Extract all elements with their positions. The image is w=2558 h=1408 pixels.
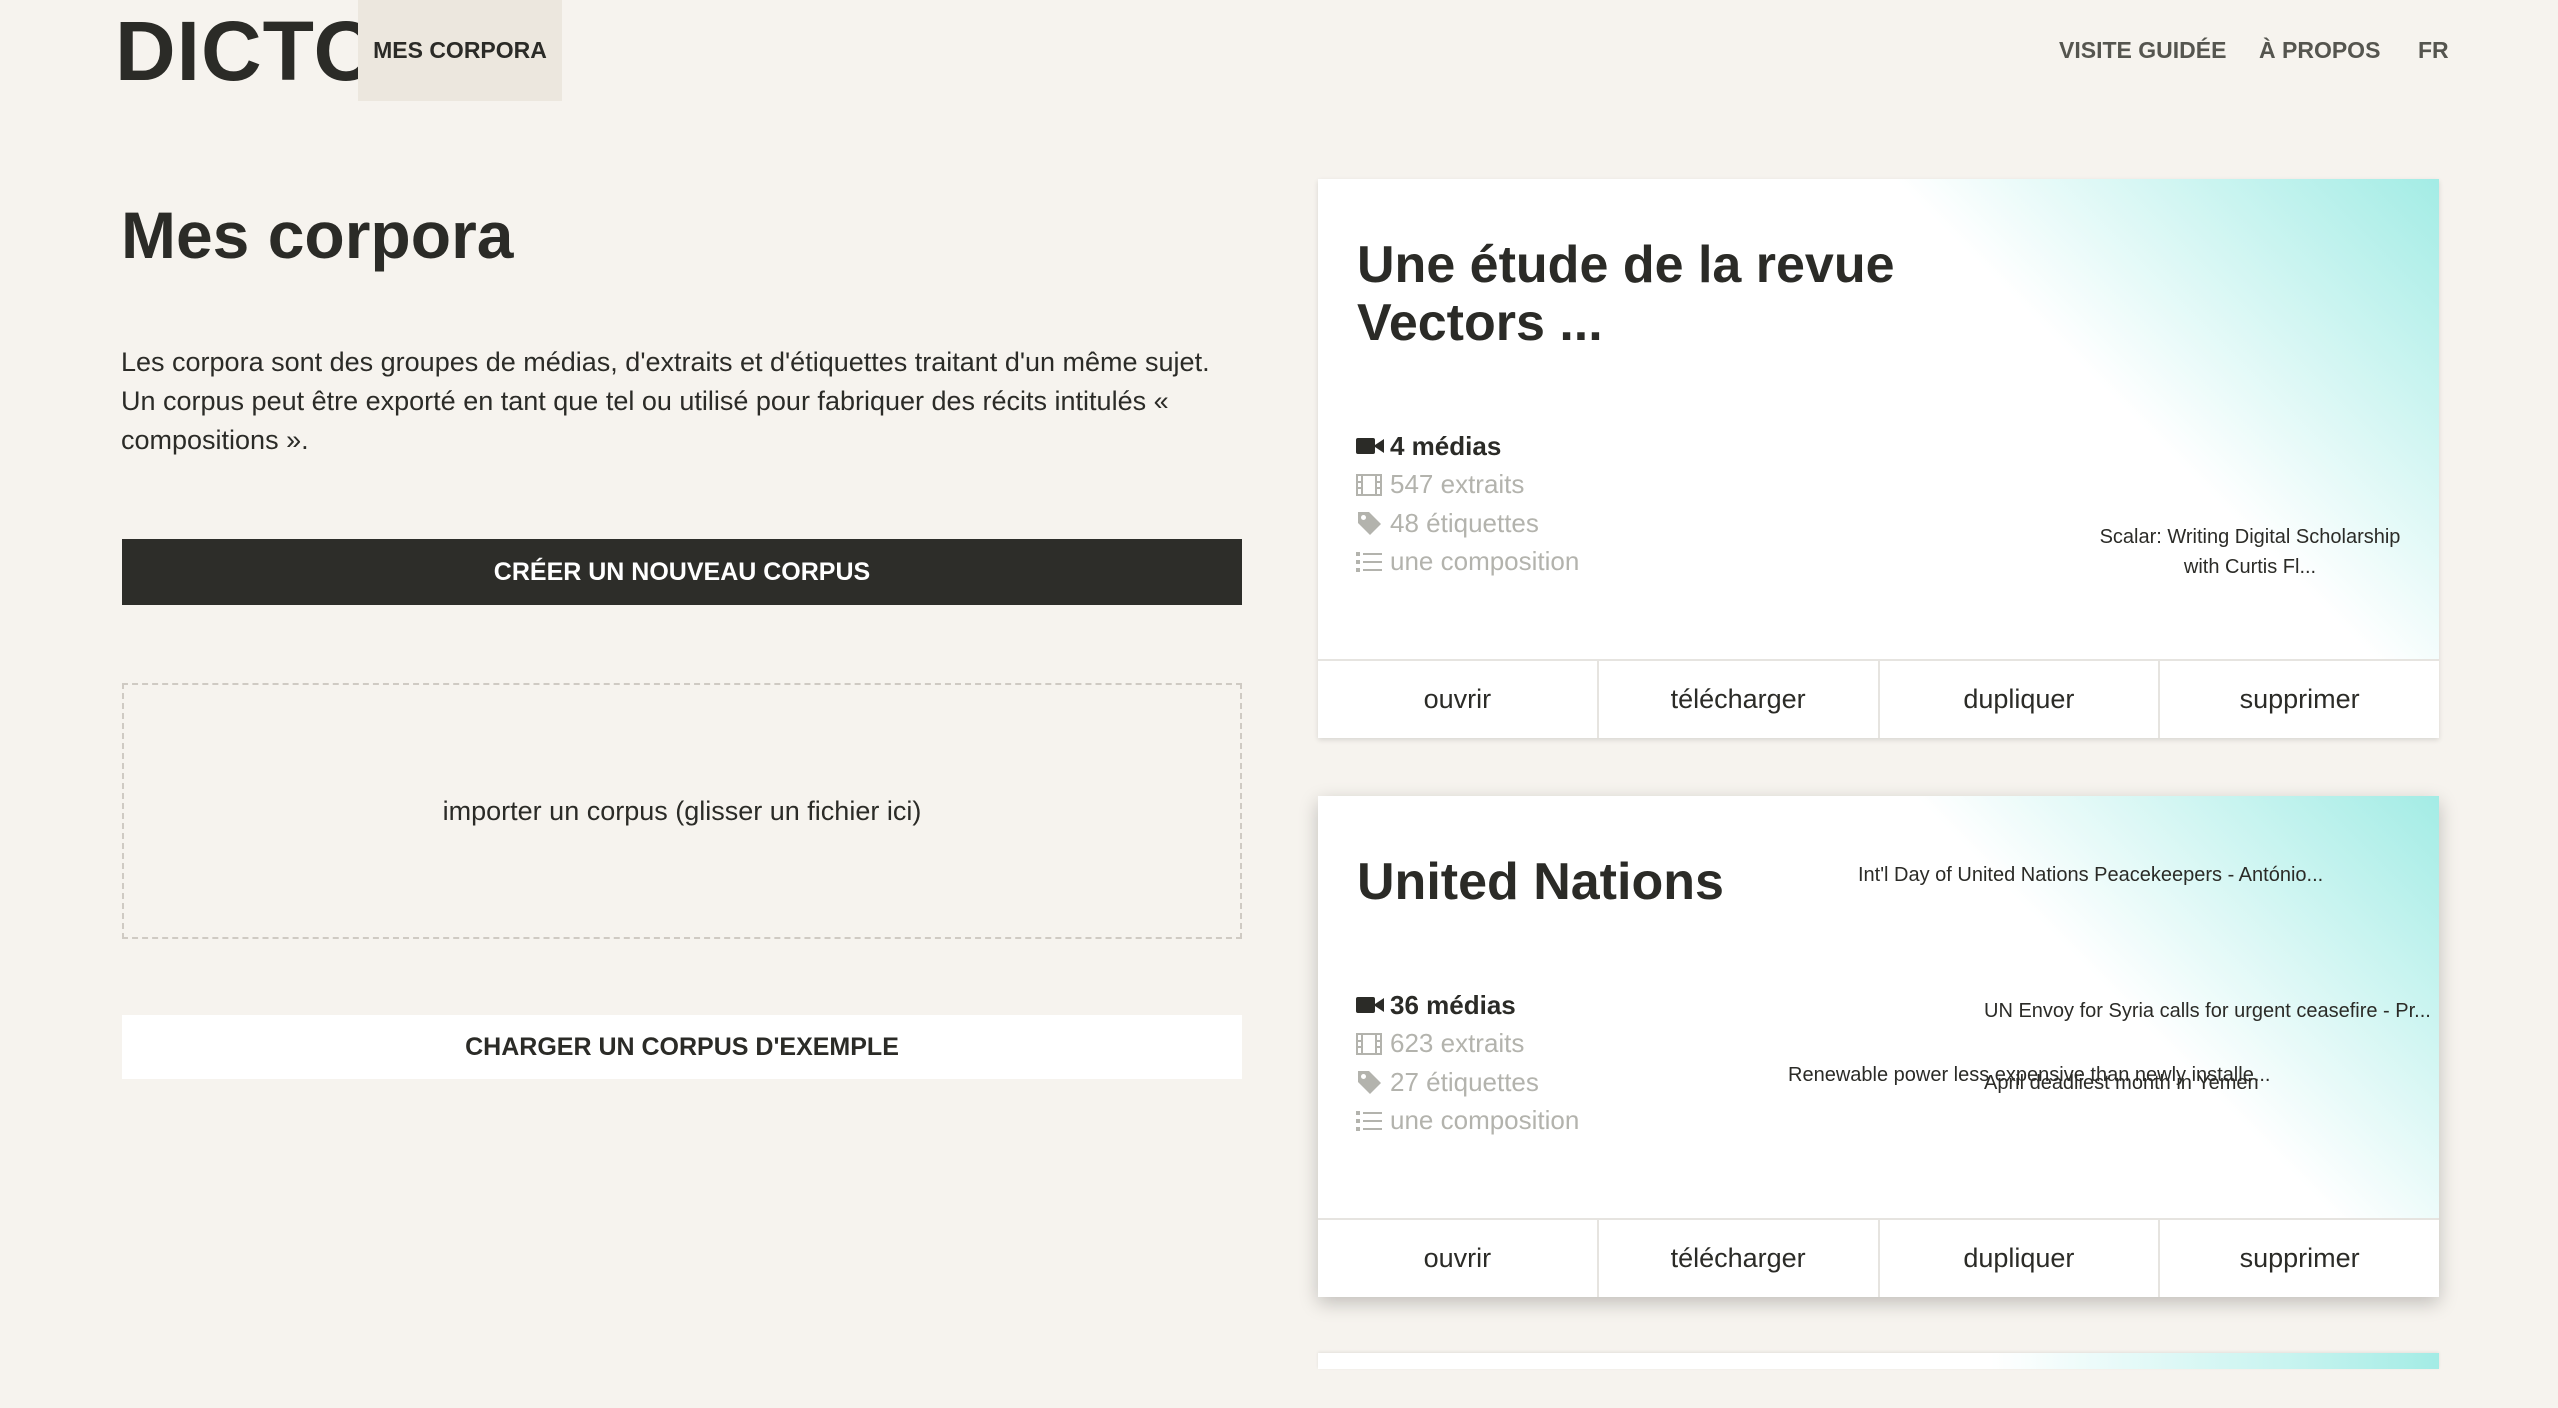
corpus-card-partial	[1318, 1353, 2439, 1369]
film-icon	[1356, 1031, 1386, 1057]
stat-compositions: une composition	[1356, 543, 1579, 582]
stat-etiquettes: 48 étiquettes	[1356, 504, 1579, 543]
tag-icon	[1356, 1069, 1386, 1095]
film-icon	[1356, 472, 1386, 498]
corpus-card: United Nations Int'l Day of United Natio…	[1318, 796, 2439, 1297]
language-switch[interactable]: FR	[2418, 0, 2449, 101]
corpus-card: Une étude de la revue Vectors ... Scalar…	[1318, 179, 2439, 738]
delete-button[interactable]: supprimer	[2160, 661, 2439, 738]
list-icon	[1356, 549, 1386, 575]
corpus-stats: 4 médias 547 extraits 48 étiquettes une …	[1356, 427, 1579, 581]
intro-text: Les corpora sont des groupes de médias, …	[121, 347, 1210, 455]
page-title: Mes corpora	[121, 198, 514, 272]
video-camera-icon	[1356, 433, 1386, 459]
stat-medias: 36 médias	[1356, 986, 1579, 1025]
download-button[interactable]: télécharger	[1599, 1220, 1880, 1297]
duplicate-button[interactable]: dupliquer	[1880, 1220, 2161, 1297]
delete-button[interactable]: supprimer	[2160, 1220, 2439, 1297]
nav-item-a-propos[interactable]: À PROPOS	[2259, 0, 2380, 101]
video-camera-icon	[1356, 992, 1386, 1018]
stat-compositions: une composition	[1356, 1102, 1579, 1141]
stat-extraits: 623 extraits	[1356, 1025, 1579, 1064]
media-title: Int'l Day of United Nations Peacekeepers…	[1858, 864, 2324, 886]
open-button[interactable]: ouvrir	[1318, 661, 1599, 738]
list-icon	[1356, 1108, 1386, 1134]
nav-item-visite-guidee[interactable]: VISITE GUIDÉE	[2059, 0, 2226, 101]
download-button[interactable]: télécharger	[1599, 661, 1880, 738]
corpus-stats: 36 médias 623 extraits 27 étiquettes une…	[1356, 986, 1579, 1140]
media-title: UN Envoy for Syria calls for urgent ceas…	[1984, 1000, 2431, 1022]
corpus-title: Une étude de la revue Vectors ...	[1357, 236, 1895, 352]
nav-item-mes-corpora[interactable]: MES CORPORA	[358, 0, 562, 101]
media-title: Scalar: Writing Digital Scholarship with…	[2099, 526, 2401, 578]
card-actions: ouvrir télécharger dupliquer supprimer	[1318, 659, 2439, 738]
stat-medias: 4 médias	[1356, 427, 1579, 466]
import-dropzone[interactable]: importer un corpus (glisser un fichier i…	[122, 683, 1242, 939]
create-corpus-button[interactable]: CRÉER UN NOUVEAU CORPUS	[122, 539, 1242, 605]
stat-etiquettes: 27 étiquettes	[1356, 1063, 1579, 1102]
duplicate-button[interactable]: dupliquer	[1880, 661, 2161, 738]
dropzone-label: importer un corpus (glisser un fichier i…	[442, 795, 922, 826]
card-actions: ouvrir télécharger dupliquer supprimer	[1318, 1218, 2439, 1297]
open-button[interactable]: ouvrir	[1318, 1220, 1599, 1297]
app-logo[interactable]: DICTO	[115, 6, 380, 96]
media-title: April deadliest month in Yemen	[1984, 1072, 2259, 1094]
tag-icon	[1356, 510, 1386, 536]
load-example-corpus-button[interactable]: CHARGER UN CORPUS D'EXEMPLE	[122, 1015, 1242, 1079]
stat-extraits: 547 extraits	[1356, 466, 1579, 505]
